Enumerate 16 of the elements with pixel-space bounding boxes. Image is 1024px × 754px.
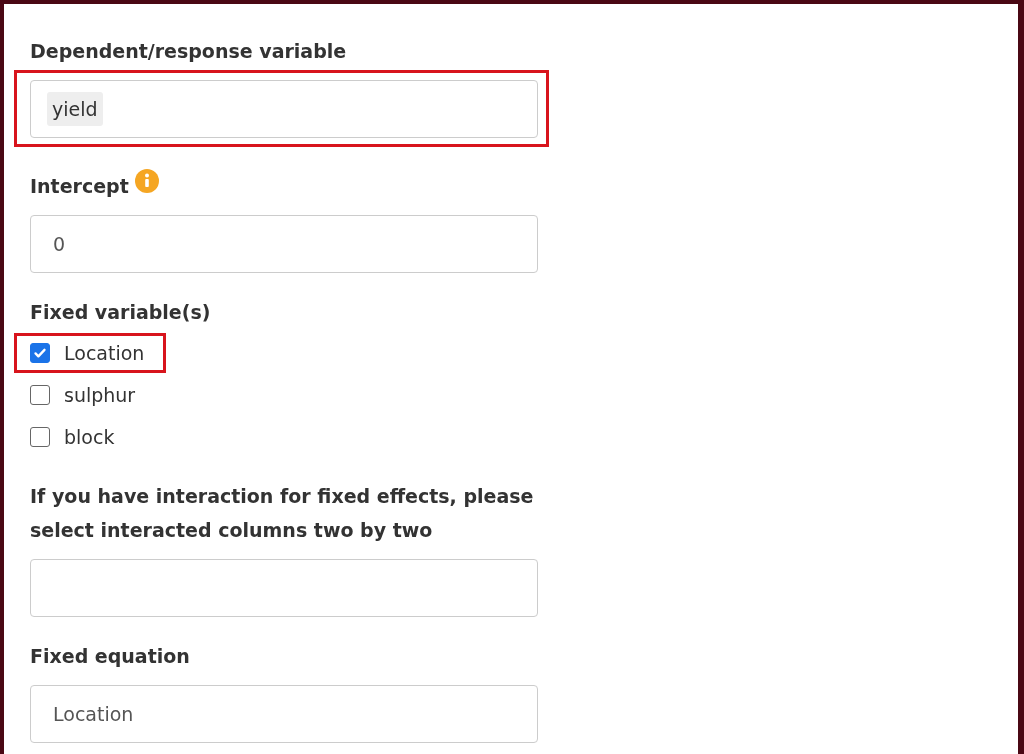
field-label: Intercept [30,174,129,199]
checkbox[interactable] [30,427,50,447]
input-field[interactable]: Location [30,685,538,743]
field-label: If you have interaction for fixed effects, please select interacted columns two by two [30,484,535,543]
selected-tag[interactable]: yield [47,92,103,126]
checkbox[interactable] [30,343,50,363]
checkbox-label[interactable]: block [64,426,115,448]
field-label: Dependent/response variable [30,39,347,64]
field-label: Fixed variable(s) [30,300,211,325]
checkbox[interactable] [30,385,50,405]
checkbox-label[interactable]: Location [64,342,145,364]
input-field[interactable] [30,559,538,617]
tag-select-field[interactable]: yield [30,80,538,138]
input-field[interactable]: 0 [30,215,538,273]
field-label: Fixed equation [30,644,190,669]
checkbox-label[interactable]: sulphur [64,384,136,406]
